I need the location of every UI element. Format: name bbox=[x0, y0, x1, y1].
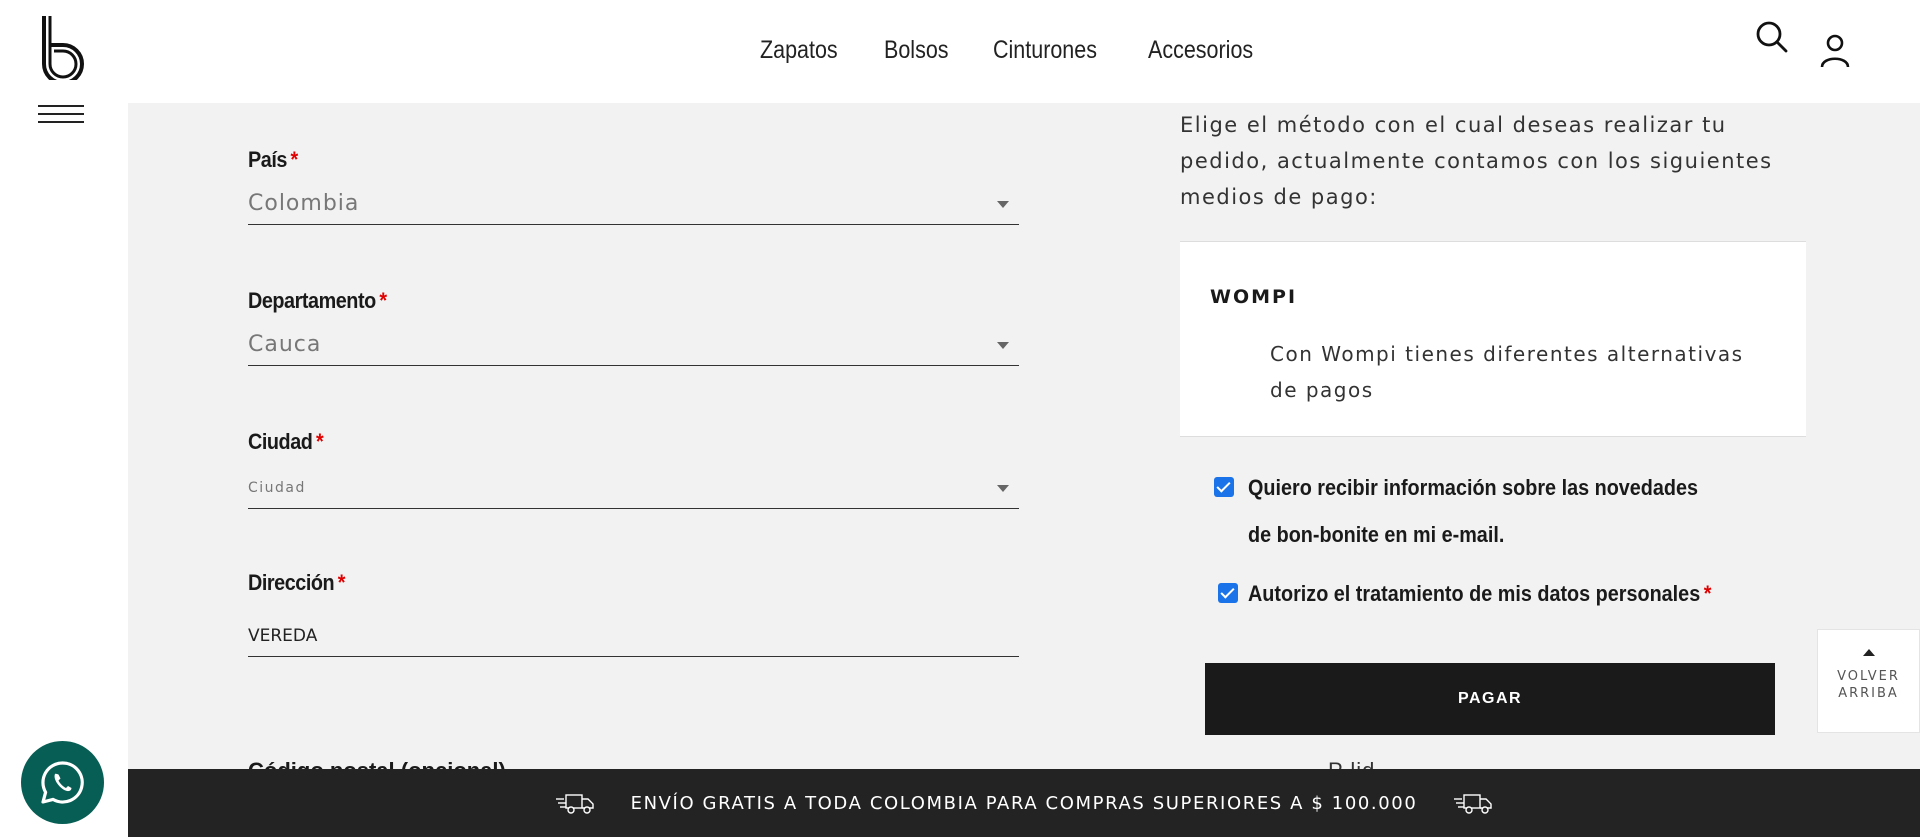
newsletter-checkbox[interactable] bbox=[1214, 477, 1234, 497]
whatsapp-icon bbox=[41, 761, 84, 804]
search-icon[interactable] bbox=[1755, 20, 1789, 54]
payment-intro: Elige el método con el cual deseas reali… bbox=[1180, 113, 1773, 209]
delivery-truck-icon bbox=[1454, 794, 1493, 814]
newsletter-label: Quiero recibir información sobre las nov… bbox=[1248, 475, 1699, 547]
chevron-down-icon bbox=[997, 201, 1009, 208]
shipping-banner: ENVÍO GRATIS A TODA COLOMBIA PARA COMPRA… bbox=[128, 769, 1920, 837]
pay-button[interactable]: PAGAR bbox=[1205, 663, 1775, 735]
newsletter-row: Quiero recibir información sobre las nov… bbox=[1214, 464, 1774, 558]
consent-row: Autorizo el tratamiento de mis datos per… bbox=[1218, 570, 1763, 617]
left-sidebar bbox=[0, 103, 128, 837]
country-field: País * Colombia bbox=[248, 147, 1019, 225]
city-field: Ciudad * Ciudad bbox=[248, 429, 1019, 509]
user-icon[interactable] bbox=[1819, 33, 1851, 69]
address-input[interactable]: VEREDA bbox=[248, 610, 1019, 657]
menu-icon[interactable] bbox=[38, 105, 84, 125]
address-label: Dirección * bbox=[248, 570, 346, 595]
payment-method-desc: Con Wompi tienes diferentes alternativas… bbox=[1270, 342, 1744, 402]
department-label: Departamento * bbox=[248, 288, 387, 313]
country-label: País * bbox=[248, 147, 298, 172]
payment-method-title: WOMPI bbox=[1210, 286, 1298, 308]
chevron-down-icon bbox=[997, 485, 1009, 492]
country-value: Colombia bbox=[248, 191, 360, 216]
nav-cinturones[interactable]: Cinturones bbox=[993, 36, 1097, 65]
department-select[interactable]: Cauca bbox=[248, 328, 1019, 366]
whatsapp-button[interactable] bbox=[21, 741, 104, 824]
address-value: VEREDA bbox=[248, 626, 318, 646]
address-field: Dirección * VEREDA bbox=[248, 570, 1019, 657]
nav-bolsos[interactable]: Bolsos bbox=[884, 36, 949, 65]
partial-text: P lid bbox=[1328, 758, 1375, 769]
main-nav: Zapatos Bolsos Cinturones Accesorios bbox=[760, 36, 1271, 65]
arrow-up-icon bbox=[1862, 649, 1875, 656]
department-field: Departamento * Cauca bbox=[248, 288, 1019, 366]
payment-method-wompi[interactable]: WOMPI Con Wompi tienes diferentes altern… bbox=[1180, 241, 1806, 437]
postal-code-label: Código postal (opcional) bbox=[248, 758, 506, 769]
city-placeholder: Ciudad bbox=[248, 480, 306, 496]
brand-logo[interactable] bbox=[40, 14, 84, 80]
checkout-area: País * Colombia Departamento * Cauca Ciuda… bbox=[128, 103, 1920, 769]
site-header: Zapatos Bolsos Cinturones Accesorios bbox=[0, 0, 1920, 103]
nav-accesorios[interactable]: Accesorios bbox=[1148, 36, 1253, 65]
country-select[interactable]: Colombia bbox=[248, 187, 1019, 225]
delivery-truck-icon bbox=[555, 794, 594, 814]
department-value: Cauca bbox=[248, 332, 322, 357]
consent-checkbox[interactable] bbox=[1218, 583, 1238, 603]
chevron-down-icon bbox=[997, 342, 1009, 349]
back-to-top-label: VOLVER ARRIBA bbox=[1837, 669, 1900, 701]
city-label: Ciudad * bbox=[248, 429, 324, 454]
shipping-banner-text: ENVÍO GRATIS A TODA COLOMBIA PARA COMPRA… bbox=[630, 792, 1418, 814]
city-select[interactable]: Ciudad bbox=[248, 469, 1019, 509]
back-to-top-button[interactable]: VOLVER ARRIBA bbox=[1817, 629, 1920, 733]
nav-zapatos[interactable]: Zapatos bbox=[760, 36, 838, 65]
consent-label: Autorizo el tratamiento de mis datos per… bbox=[1248, 581, 1712, 606]
